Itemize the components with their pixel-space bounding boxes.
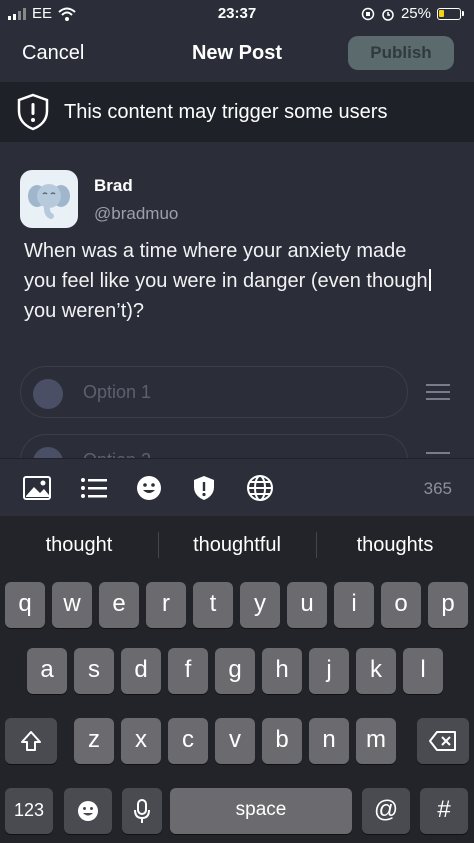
dictation-key[interactable]: [122, 788, 162, 834]
numbers-key[interactable]: 123: [5, 788, 53, 834]
key-p[interactable]: p: [428, 582, 468, 628]
key-w[interactable]: w: [52, 582, 92, 628]
key-g[interactable]: g: [215, 648, 255, 694]
space-key[interactable]: space: [170, 788, 352, 834]
key-m[interactable]: m: [356, 718, 396, 764]
key-f[interactable]: f: [168, 648, 208, 694]
suggestion-item[interactable]: thoughts: [316, 534, 474, 557]
emoji-icon[interactable]: [134, 474, 164, 502]
battery-tip: [462, 11, 464, 16]
shield-exclamation-icon: [17, 93, 49, 131]
post-text-before-caret: When was a time where your anxiety made …: [24, 240, 428, 292]
key-r[interactable]: r: [146, 582, 186, 628]
hash-key[interactable]: #: [420, 788, 468, 834]
emoji-keyboard-key[interactable]: [64, 788, 112, 834]
avatar: [20, 170, 78, 228]
content-warning-banner: This content may trigger some users: [0, 82, 474, 142]
shift-key[interactable]: [5, 718, 57, 764]
emoji-icon: [78, 800, 98, 821]
key-k[interactable]: k: [356, 648, 396, 694]
content-warning-text: This content may trigger some users: [64, 100, 388, 123]
drag-handle-icon[interactable]: [426, 384, 450, 405]
battery-icon: [437, 7, 461, 20]
image-icon[interactable]: [22, 474, 52, 502]
list-icon[interactable]: [79, 474, 109, 502]
text-caret: [428, 269, 431, 291]
key-o[interactable]: o: [381, 582, 421, 628]
key-a[interactable]: a: [27, 648, 67, 694]
key-j[interactable]: j: [309, 648, 349, 694]
orientation-lock-icon: [361, 7, 375, 20]
elephant-avatar-icon: [28, 184, 70, 219]
author-handle: @bradmuo: [94, 204, 179, 223]
backspace-icon: [429, 730, 456, 751]
poll-option-1[interactable]: Option 1: [20, 366, 408, 418]
publish-button[interactable]: Publish: [348, 36, 454, 70]
key-q[interactable]: q: [5, 582, 45, 628]
key-u[interactable]: u: [287, 582, 327, 628]
nav-bar: Cancel New Post Publish: [0, 28, 474, 80]
alarm-icon: [382, 8, 394, 21]
at-key[interactable]: @: [362, 788, 410, 834]
key-i[interactable]: i: [334, 582, 374, 628]
microphone-icon: [134, 798, 150, 823]
key-v[interactable]: v: [215, 718, 255, 764]
suggestion-bar: thought thoughtful thoughts: [0, 516, 474, 574]
key-l[interactable]: l: [403, 648, 443, 694]
suggestion-item[interactable]: thought: [0, 534, 158, 557]
key-s[interactable]: s: [74, 648, 114, 694]
key-h[interactable]: h: [262, 648, 302, 694]
suggestion-item[interactable]: thoughtful: [158, 534, 316, 557]
option-radio-icon: [33, 379, 63, 409]
globe-icon[interactable]: [245, 474, 275, 502]
key-y[interactable]: y: [240, 582, 280, 628]
status-bar: EE 23:37 25%: [0, 0, 474, 28]
battery-percent: 25%: [400, 5, 431, 22]
post-text-input[interactable]: When was a time where your anxiety made …: [24, 236, 444, 326]
key-t[interactable]: t: [193, 582, 233, 628]
post-text-after-caret: you weren’t)?: [24, 300, 145, 322]
shift-icon: [21, 730, 41, 751]
key-z[interactable]: z: [74, 718, 114, 764]
key-n[interactable]: n: [309, 718, 349, 764]
key-b[interactable]: b: [262, 718, 302, 764]
composer-toolbar: 365: [0, 458, 474, 517]
character-count: 365: [423, 479, 452, 498]
key-x[interactable]: x: [121, 718, 161, 764]
key-d[interactable]: d: [121, 648, 161, 694]
poll-option-label: Option 1: [83, 382, 152, 402]
shield-icon[interactable]: [189, 474, 219, 502]
backspace-key[interactable]: [417, 718, 469, 764]
key-c[interactable]: c: [168, 718, 208, 764]
key-e[interactable]: e: [99, 582, 139, 628]
author-name: Brad: [94, 176, 133, 195]
